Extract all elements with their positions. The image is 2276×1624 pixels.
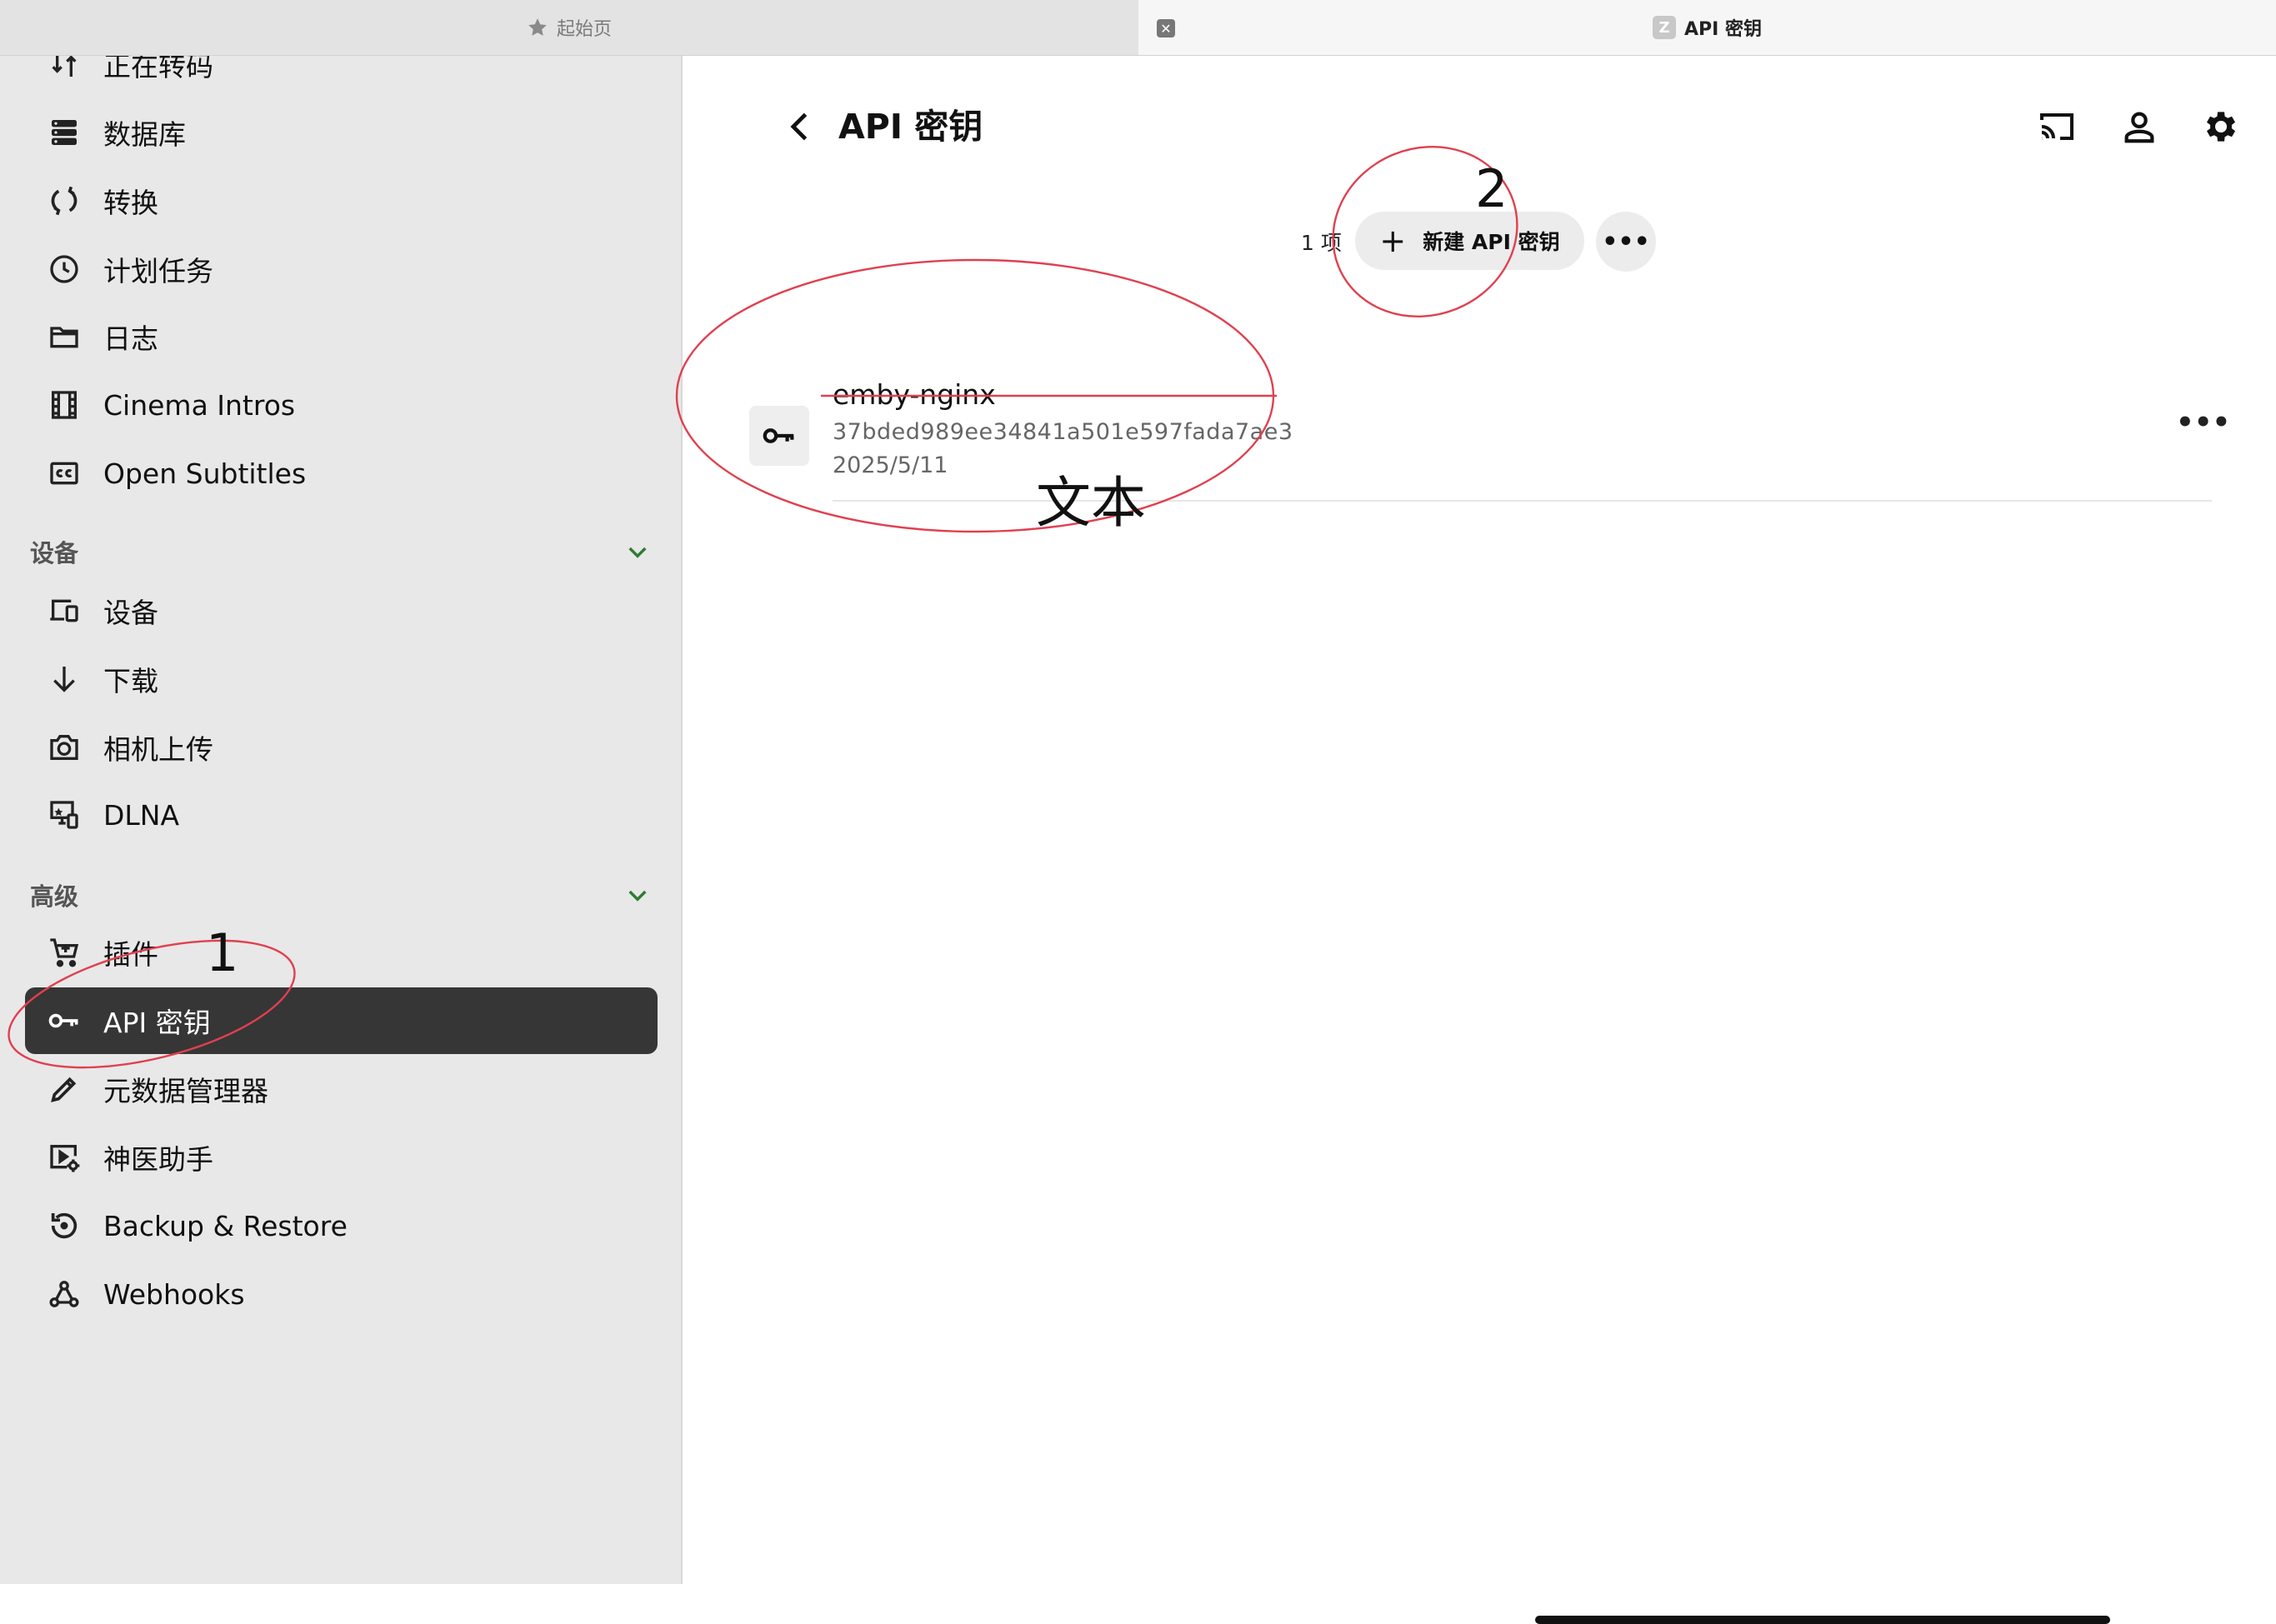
sidebar-item-dlna[interactable]: DLNA (25, 782, 658, 848)
item-count: 1 项 (1301, 231, 1342, 255)
key-icon (763, 428, 794, 443)
sidebar-item-label: 神医助手 (103, 1143, 213, 1176)
sidebar-item-label: 日志 (103, 322, 158, 355)
sidebar-item-camera-upload[interactable]: 相机上传 (25, 714, 658, 781)
sidebar-item-label: 数据库 (103, 118, 186, 151)
section-title: 设备 (30, 539, 79, 567)
sidebar-item-label: Cinema Intros (103, 388, 296, 422)
sidebar-item-downloads[interactable]: 下载 (25, 646, 658, 712)
transcode-icon (43, 56, 85, 85)
api-key-row[interactable]: emby-nginx 37bded989ee34841a501e597fada7… (743, 322, 2230, 502)
clock-icon (43, 248, 85, 290)
cc-icon (43, 452, 85, 494)
sidebar-item-database[interactable]: 数据库 (25, 99, 658, 166)
star-icon (528, 18, 547, 36)
sidebar-item-label: 正在转码 (103, 56, 213, 82)
sidebar-item-logs[interactable]: 日志 (25, 303, 658, 370)
sidebar-item-backup-restore[interactable]: Backup & Restore (25, 1192, 658, 1259)
restore-icon (43, 1205, 85, 1247)
webhooks-icon (43, 1273, 85, 1315)
section-header-devices[interactable]: 设备 (30, 531, 651, 572)
main-content: API 密钥 1 项 + 新建 API 密钥 ••• emby-nginx 37… (684, 56, 2276, 1624)
cast-icon (2040, 113, 2073, 140)
chevron-left-icon (790, 112, 808, 141)
sidebar-item-api-keys[interactable]: API 密钥 (25, 987, 658, 1054)
back-button[interactable] (776, 102, 826, 152)
user-button[interactable] (2114, 102, 2164, 152)
row-more-button[interactable]: ••• (2176, 406, 2230, 439)
film-icon (43, 384, 85, 426)
sidebar-item-label: Webhooks (103, 1277, 245, 1311)
toolbar-more-button[interactable]: ••• (1596, 212, 1656, 272)
cast-button[interactable] (2032, 102, 2082, 152)
convert-icon (43, 180, 85, 222)
section-title: 高级 (30, 882, 79, 911)
sidebar-item-devices[interactable]: 设备 (25, 577, 658, 644)
sidebar-item-label: 转换 (103, 187, 158, 219)
media-settings-icon (43, 1137, 85, 1178)
cart-icon (43, 932, 85, 973)
sidebar-item-cinema-intros[interactable]: Cinema Intros (25, 372, 658, 438)
sidebar-item-plugins[interactable]: 插件 (25, 919, 658, 986)
sidebar-item-label: 设备 (103, 597, 158, 629)
section-header-advanced[interactable]: 高级 (30, 874, 651, 916)
sidebar-item-label: Backup & Restore (103, 1209, 348, 1242)
key-icon (43, 1000, 85, 1042)
sidebar-item-label: Open Subtitles (103, 457, 307, 490)
sidebar-item-scheduled-tasks[interactable]: 计划任务 (25, 236, 658, 302)
new-api-key-label: 新建 API 密钥 (1423, 230, 1560, 254)
settings-button[interactable] (2196, 102, 2246, 152)
download-icon (43, 658, 85, 700)
sidebar-item-transcoding[interactable]: 正在转码 (25, 56, 658, 97)
api-key-date: 2025/5/11 (833, 452, 948, 478)
page-title: API 密钥 (838, 107, 983, 147)
favicon-z-icon: Z (1653, 16, 1676, 39)
api-key-token: 37bded989ee34841a501e597fada7ae3 (833, 419, 1293, 445)
tab-api-keys[interactable]: Z API 密钥 (1138, 0, 2276, 55)
camera-icon (43, 727, 85, 768)
close-tab-icon[interactable]: ✕ (1157, 19, 1175, 37)
chevron-down-icon (628, 890, 647, 902)
sidebar: 正在转码 数据库 转换 计划任务 日志 Cinema Intros Open S… (0, 56, 683, 1584)
chevron-down-icon (628, 547, 647, 558)
sidebar-item-open-subtitles[interactable]: Open Subtitles (25, 440, 658, 507)
sidebar-item-metadata-manager[interactable]: 元数据管理器 (25, 1056, 658, 1122)
browser-tab-bar: 起始页 Z API 密钥 ✕ (0, 0, 2276, 56)
tab-label: 起始页 (556, 19, 612, 40)
user-icon (2124, 112, 2154, 143)
api-key-name: emby-nginx (833, 378, 996, 411)
key-badge (749, 406, 809, 466)
sidebar-item-label: 元数据管理器 (103, 1075, 268, 1107)
new-api-key-button[interactable]: + 新建 API 密钥 (1355, 212, 1584, 270)
sidebar-item-media-assistant[interactable]: 神医助手 (25, 1124, 658, 1191)
sidebar-item-label: 下载 (103, 665, 158, 697)
folder-icon (43, 316, 85, 357)
database-icon (43, 112, 85, 153)
home-indicator (1535, 1616, 2110, 1624)
pencil-icon (43, 1068, 85, 1110)
row-divider (833, 500, 2212, 502)
sidebar-item-label: 相机上传 (103, 733, 213, 766)
sidebar-item-label: DLNA (103, 798, 180, 832)
sidebar-item-label: API 密钥 (103, 1007, 211, 1039)
gear-icon (2207, 112, 2235, 142)
tab-start-page[interactable]: 起始页 (0, 0, 1138, 55)
devices-icon (43, 590, 85, 632)
sidebar-item-label: 插件 (103, 938, 158, 971)
tab-label: API 密钥 (1684, 19, 1762, 40)
plus-icon: + (1379, 222, 1407, 259)
sidebar-item-webhooks[interactable]: Webhooks (25, 1261, 658, 1327)
sidebar-item-convert[interactable]: 转换 (25, 167, 658, 234)
sidebar-item-label: 计划任务 (103, 255, 213, 287)
dlna-icon (43, 794, 85, 836)
